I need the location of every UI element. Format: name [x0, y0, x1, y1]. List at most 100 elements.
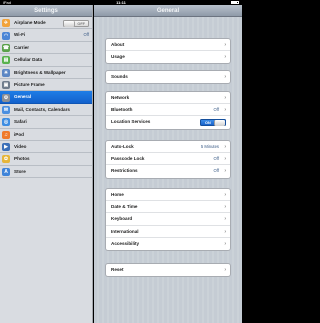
sidebar-item-label: Wi-Fi [14, 32, 26, 38]
video-icon: ▶ [2, 143, 10, 152]
sidebar-item-label: Brightness & Wallpaper [14, 69, 66, 75]
picture-frame-icon: ▣ [2, 81, 10, 90]
sidebar-list: ✈ Airplane Mode OFF ◠ Wi-Fi Off ☎ Carrier ▤ Cellu… [0, 17, 92, 179]
photos-icon: ✿ [2, 155, 10, 164]
sidebar-item-picture-frame[interactable]: ▣ Picture Frame [0, 79, 92, 92]
row-label: Accessibility [111, 240, 140, 246]
row-label: Home [111, 192, 124, 197]
mail-icon: ✉ [2, 105, 10, 114]
row-label: International [111, 228, 139, 234]
chevron-right-icon: › [224, 144, 226, 150]
row-passcode-lock[interactable]: Passcode Lock Off › [106, 153, 230, 166]
sidebar-item-label: Cellular Data [14, 57, 43, 63]
row-accessibility[interactable]: Accessibility › [106, 238, 230, 250]
sidebar-item-airplane-mode[interactable]: ✈ Airplane Mode OFF [0, 17, 92, 30]
row-auto-lock[interactable]: Auto-Lock 5 Minutes › [106, 141, 230, 154]
row-value: Off [213, 156, 219, 162]
row-about[interactable]: About › [106, 39, 230, 52]
sidebar-item-brightness-and-wallpaper[interactable]: ☀ Brightness & Wallpaper [0, 67, 92, 79]
chevron-right-icon: › [224, 168, 226, 175]
row-value: Off [213, 107, 219, 113]
settings-sidebar: Settings ✈ Airplane Mode OFF ◠ Wi-Fi Off ☎ Carr… [0, 5, 93, 323]
sidebar-item-label: Store [14, 168, 26, 174]
row-keyboard[interactable]: Keyboard › [106, 213, 230, 226]
sidebar-item-label: Airplane Mode [14, 20, 46, 25]
sidebar-item-ipod[interactable]: ♫ iPod [0, 129, 92, 141]
settings-group: About › Usage › [105, 38, 231, 65]
chevron-right-icon: › [224, 42, 226, 48]
row-label: Network [111, 95, 130, 100]
chevron-right-icon: › [224, 54, 226, 61]
gear-icon: ⚙ [2, 93, 10, 102]
row-value: Off [213, 168, 219, 174]
sidebar-item-value: Off [83, 32, 89, 38]
sidebar-item-cellular-data[interactable]: ▤ Cellular Data [0, 54, 92, 67]
airplane-icon: ✈ [2, 19, 10, 28]
row-home[interactable]: Home › [106, 189, 230, 202]
settings-group: Home › Date & Time › Keyboard › International ›… [105, 188, 231, 251]
sidebar-item-carrier[interactable]: ☎ Carrier [0, 42, 92, 55]
sidebar-item-store[interactable]: A Store [0, 166, 92, 179]
row-network[interactable]: Network › [106, 92, 230, 105]
row-label: Sounds [111, 74, 128, 79]
wifi-icon: ◠ [2, 31, 10, 40]
sidebar-item-general[interactable]: ⚙ General [0, 91, 92, 104]
chevron-right-icon: › [224, 216, 226, 223]
cellular-icon: ▤ [2, 56, 10, 65]
chevron-right-icon: › [224, 74, 226, 80]
sidebar-title: Settings [0, 5, 92, 17]
row-label: Passcode Lock [111, 156, 145, 162]
sidebar-item-label: Mail, Contacts, Calendars [14, 106, 70, 112]
row-label: Auto-Lock [111, 144, 134, 149]
chevron-right-icon: › [224, 240, 226, 247]
row-location-services[interactable]: Location Services ON [106, 116, 230, 128]
row-label: Usage [111, 54, 125, 60]
general-pane: General About › Usage › Sounds › Network › Bluet… [94, 5, 242, 323]
chevron-right-icon: › [224, 267, 226, 273]
safari-icon: ◎ [2, 118, 10, 127]
row-label: Reset [111, 267, 124, 272]
location-services-toggle[interactable]: ON [200, 118, 226, 127]
battery-icon [231, 1, 239, 4]
chevron-right-icon: › [224, 95, 226, 101]
chevron-right-icon: › [224, 192, 226, 198]
chevron-right-icon: › [224, 156, 226, 163]
row-reset[interactable]: Reset › [106, 264, 230, 276]
sidebar-item-label: Safari [14, 119, 27, 125]
sidebar-item-mail-contacts-calendars[interactable]: ✉ Mail, Contacts, Calendars [0, 104, 92, 117]
row-label: Bluetooth [111, 107, 133, 113]
settings-group: Auto-Lock 5 Minutes › Passcode Lock Off › Rest… [105, 140, 231, 179]
row-label: About [111, 42, 125, 47]
settings-group: Sounds › [105, 70, 231, 85]
airplane-mode-toggle[interactable]: OFF [63, 19, 89, 27]
row-usage[interactable]: Usage › [106, 51, 230, 63]
sidebar-item-label: General [14, 94, 32, 100]
row-label: Location Services [111, 119, 151, 125]
sidebar-item-wi-fi[interactable]: ◠ Wi-Fi Off [0, 29, 92, 42]
brightness-icon: ☀ [2, 68, 10, 77]
row-sounds[interactable]: Sounds › [106, 71, 230, 83]
settings-group: Network › Bluetooth Off › Location Services ON [105, 91, 231, 130]
row-label: Date & Time [111, 204, 138, 210]
page-title: General [94, 5, 242, 17]
ipod-icon: ♫ [2, 130, 10, 139]
chevron-right-icon: › [224, 228, 226, 235]
sidebar-item-label: Photos [14, 156, 30, 162]
row-label: Keyboard [111, 216, 133, 222]
sidebar-item-video[interactable]: ▶ Video [0, 141, 92, 154]
sidebar-item-safari[interactable]: ◎ Safari [0, 116, 92, 129]
store-icon: A [2, 167, 10, 176]
row-restrictions[interactable]: Restrictions Off › [106, 165, 230, 177]
row-label: Restrictions [111, 168, 138, 174]
carrier-icon: ☎ [2, 43, 10, 52]
row-value: 5 Minutes [200, 144, 219, 149]
row-international[interactable]: International › [106, 226, 230, 238]
chevron-right-icon: › [224, 204, 226, 211]
sidebar-item-label: Carrier [14, 44, 30, 50]
sidebar-item-photos[interactable]: ✿ Photos [0, 153, 92, 166]
row-bluetooth[interactable]: Bluetooth Off › [106, 104, 230, 117]
sidebar-item-label: Picture Frame [14, 81, 45, 87]
row-date-and-time[interactable]: Date & Time › [106, 201, 230, 214]
settings-group: Reset › [105, 263, 231, 278]
sidebar-item-label: Video [14, 143, 27, 149]
